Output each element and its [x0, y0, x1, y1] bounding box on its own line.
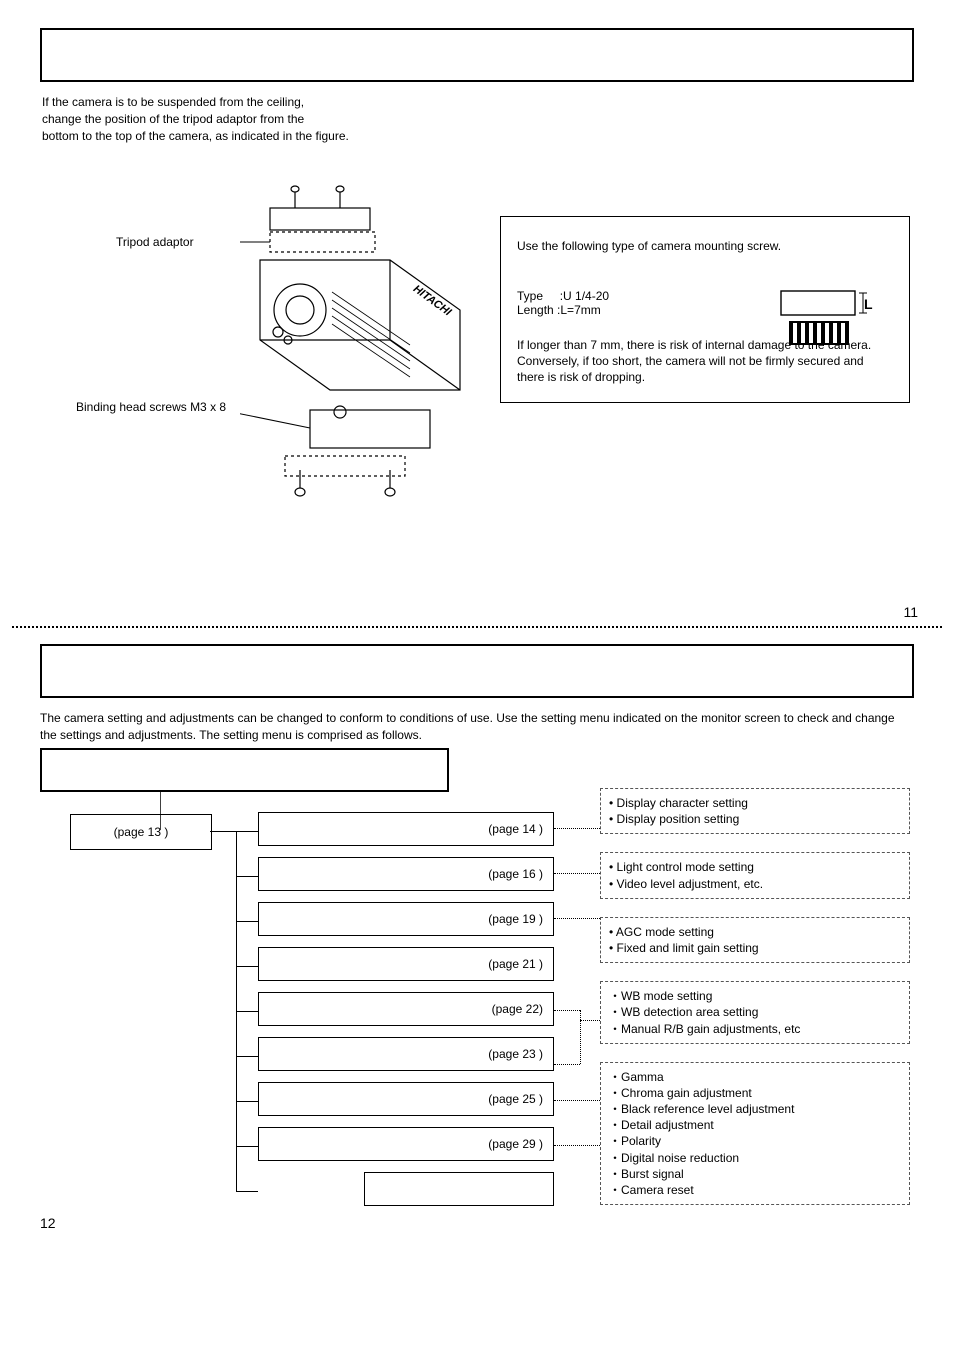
mount-pre: Use the following type of camera mountin…: [517, 239, 893, 253]
camera-illustration: HITACHI: [240, 180, 490, 500]
page-11: If the camera is to be suspended from th…: [0, 0, 954, 620]
submenu-box: (page 21 ): [258, 947, 554, 981]
detail-line: • Light control mode setting: [609, 859, 901, 875]
section-title-bar: [40, 644, 914, 698]
submenu-page-ref: (page 29 ): [488, 1137, 543, 1151]
mount-type-label: Type: [517, 289, 543, 303]
connector-icon: [236, 1101, 258, 1102]
submenu-box: (page 29 ): [258, 1127, 554, 1161]
submenu-box: [364, 1172, 554, 1206]
mount-screw-box: Use the following type of camera mountin…: [500, 216, 910, 403]
side-detail-box: ・Gamma ・Chroma gain adjustment ・Black re…: [600, 1062, 910, 1206]
submenu-page-ref: (page 25 ): [488, 1092, 543, 1106]
main-menu-page-ref: (page 13 ): [114, 825, 169, 839]
submenu-page-ref: (page 21 ): [488, 957, 543, 971]
intro-line: bottom to the top of the camera, as indi…: [42, 128, 349, 145]
submenu-box: (page 19 ): [258, 902, 554, 936]
submenu-box: (page 16 ): [258, 857, 554, 891]
mount-length-label: Length: [517, 303, 554, 317]
connector-icon: [236, 1146, 258, 1147]
detail-line: ・Detail adjustment: [609, 1117, 901, 1133]
side-detail-box: • Light control mode setting • Video lev…: [600, 852, 910, 898]
connector-icon: [236, 831, 258, 832]
page-number: 11: [903, 604, 918, 620]
screw-icon: L: [769, 287, 879, 357]
submenu-box: (page 25 ): [258, 1082, 554, 1116]
dotted-connector-icon: [554, 828, 600, 829]
dotted-connector-icon: [580, 1010, 581, 1064]
svg-text:HITACHI: HITACHI: [411, 283, 454, 319]
mount-length-value: :L=7mm: [557, 303, 601, 317]
submenu-box: (page 14 ): [258, 812, 554, 846]
side-detail-box: ・WB mode setting ・WB detection area sett…: [600, 981, 910, 1044]
submenu-column: (page 14 ) (page 16 ) (page 19 ) (page 2…: [258, 812, 554, 1217]
dotted-connector-icon: [554, 873, 600, 874]
connector-icon: [236, 1191, 258, 1192]
detail-line: • AGC mode setting: [609, 924, 901, 940]
detail-line: ・Burst signal: [609, 1166, 901, 1182]
detail-line: ・Black reference level adjustment: [609, 1101, 901, 1117]
intro-text: If the camera is to be suspended from th…: [42, 94, 349, 144]
submenu-page-ref: (page 22): [492, 1002, 543, 1016]
svg-text:L: L: [864, 296, 873, 312]
detail-line: ・Chroma gain adjustment: [609, 1085, 901, 1101]
intro-line: change the position of the tripod adapto…: [42, 111, 349, 128]
main-menu-label-box: [40, 748, 449, 792]
dotted-connector-icon: [554, 918, 600, 919]
connector-icon: [236, 876, 258, 877]
main-menu-page-box: (page 13 ): [70, 814, 212, 850]
mount-type-value: :U 1/4-20: [560, 289, 609, 303]
submenu-page-ref: (page 19 ): [488, 912, 543, 926]
page-number: 12: [40, 1215, 56, 1231]
submenu-box: (page 23 ): [258, 1037, 554, 1071]
submenu-page-ref: (page 16 ): [488, 867, 543, 881]
page-12: The camera setting and adjustments can b…: [0, 620, 954, 1350]
dotted-connector-icon: [554, 1145, 600, 1146]
detail-line: • Display character setting: [609, 795, 901, 811]
detail-line: ・Camera reset: [609, 1182, 901, 1198]
side-detail-box: • Display character setting • Display po…: [600, 788, 910, 834]
detail-line: ・Gamma: [609, 1069, 901, 1085]
detail-line: • Video level adjustment, etc.: [609, 876, 901, 892]
label-binding-screws: Binding head screws M3 x 8: [76, 400, 226, 414]
detail-line: ・WB detection area setting: [609, 1004, 901, 1020]
menu-description: The camera setting and adjustments can b…: [40, 710, 914, 744]
section-title-bar: [40, 28, 914, 82]
connector-icon: [236, 966, 258, 967]
side-detail-box: • AGC mode setting • Fixed and limit gai…: [600, 917, 910, 963]
dotted-connector-icon: [554, 1010, 580, 1011]
submenu-page-ref: (page 23 ): [488, 1047, 543, 1061]
detail-line: ・Manual R/B gain adjustments, etc: [609, 1021, 901, 1037]
connector-icon: [236, 1011, 258, 1012]
intro-line: If the camera is to be suspended from th…: [42, 94, 349, 111]
dotted-connector-icon: [554, 1064, 580, 1065]
detail-line: ・Polarity: [609, 1133, 901, 1149]
detail-line: • Display position setting: [609, 811, 901, 827]
connector-icon: [236, 1056, 258, 1057]
submenu-page-ref: (page 14 ): [488, 822, 543, 836]
submenu-box: (page 22): [258, 992, 554, 1026]
label-tripod-adaptor: Tripod adaptor: [116, 235, 194, 249]
connector-icon: [236, 921, 258, 922]
dotted-connector-icon: [580, 1020, 600, 1021]
detail-line: • Fixed and limit gain setting: [609, 940, 901, 956]
side-detail-column: • Display character setting • Display po…: [600, 788, 910, 1223]
dotted-connector-icon: [554, 1100, 600, 1101]
detail-line: ・WB mode setting: [609, 988, 901, 1004]
detail-line: ・Digital noise reduction: [609, 1150, 901, 1166]
